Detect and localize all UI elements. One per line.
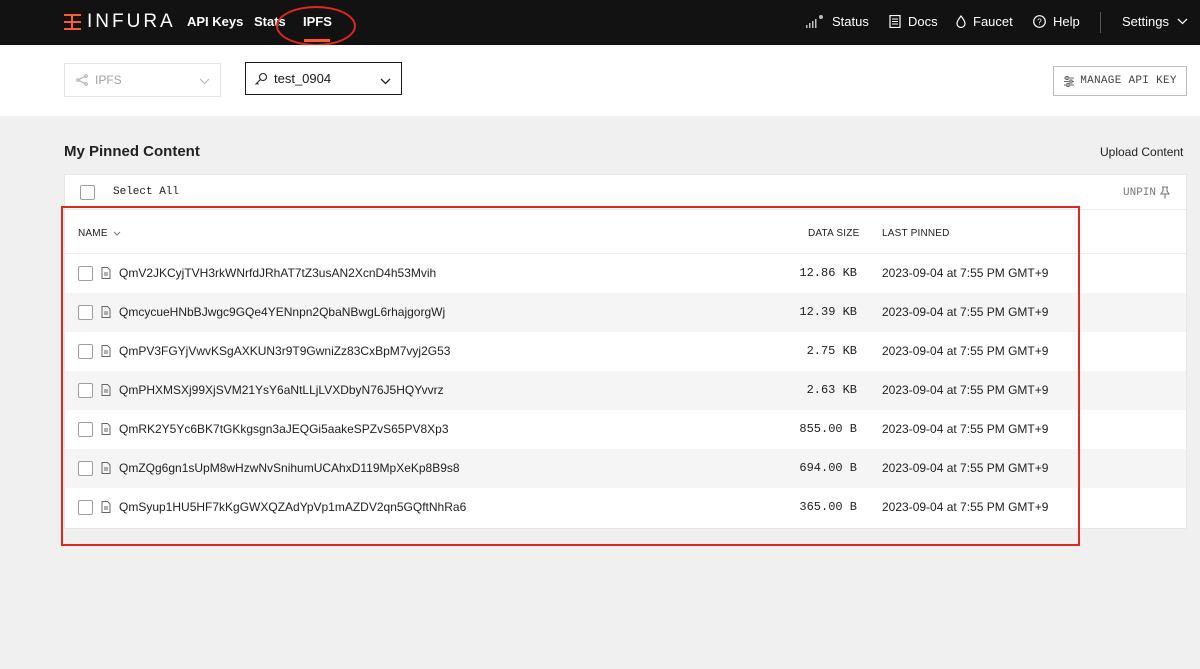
signal-bars-icon [805,14,825,29]
pin-icon [1160,186,1171,199]
droplet-icon [956,15,966,28]
faucet-label: Faucet [973,14,1013,29]
chevron-down-icon [1177,18,1188,25]
settings-label: Settings [1122,14,1169,29]
manage-api-key-label: MANAGE API KEY [1080,75,1177,87]
chevron-down-icon [380,73,391,88]
nav-link-api-keys[interactable]: API Keys [187,14,243,29]
page-title: My Pinned Content [64,143,200,160]
nav-divider [1100,12,1101,33]
help-link[interactable]: ? Help [1033,14,1080,29]
annotation-rectangle [61,206,1080,546]
annotation-ellipse [276,6,356,46]
docs-link[interactable]: Docs [889,14,938,29]
infura-logo-icon [64,11,81,33]
docs-label: Docs [908,14,938,29]
status-link[interactable]: Status [805,14,869,29]
api-key-select-value: test_0904 [274,71,332,86]
logo-text: INFURA [87,11,176,32]
network-select[interactable]: IPFS [64,63,221,97]
manage-api-key-button[interactable]: MANAGE API KEY [1053,66,1187,96]
faucet-link[interactable]: Faucet [956,14,1013,29]
infura-logo[interactable]: INFURA [64,11,176,33]
network-select-value: IPFS [95,73,122,87]
unpin-button[interactable]: UNPIN [1123,186,1171,199]
toolbar: IPFS test_0904 MANAGE API KEY [0,45,1200,116]
help-label: Help [1053,14,1080,29]
unpin-label: UNPIN [1123,186,1157,199]
document-icon [889,15,901,28]
select-all-checkbox[interactable] [80,185,95,200]
api-key-select[interactable]: test_0904 [245,62,402,95]
select-all-label: Select All [113,186,180,198]
sliders-icon [1064,75,1075,87]
network-icon [75,74,89,86]
chevron-down-icon [199,74,210,88]
select-all-row: Select All UNPIN [65,175,1186,210]
settings-menu[interactable]: Settings [1122,14,1188,29]
question-circle-icon: ? [1033,15,1046,28]
top-nav: INFURA API Keys Stats IPFS Status Docs F… [0,0,1200,46]
svg-text:?: ? [1037,18,1042,27]
upload-content-link[interactable]: Upload Content [1100,145,1183,159]
key-icon [254,72,268,86]
status-label: Status [832,14,869,29]
